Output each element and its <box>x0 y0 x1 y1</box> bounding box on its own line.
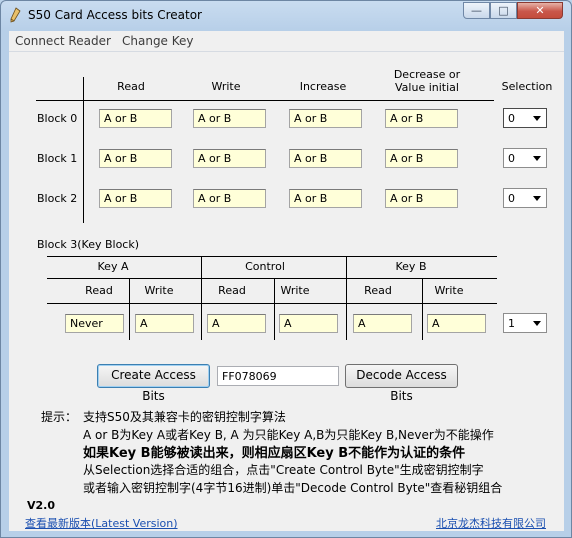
menu-bar: Connect Reader Change Key <box>9 31 564 52</box>
chevron-down-icon <box>533 196 541 201</box>
grid-line <box>201 257 202 340</box>
keya-read-field[interactable]: Never <box>65 314 124 333</box>
block-2-read-field[interactable]: A or B <box>99 189 172 208</box>
app-window: S50 Card Access bits Creator — □ ✕ Conne… <box>0 0 572 538</box>
grid-line <box>129 279 130 340</box>
block-1-write-field[interactable]: A or B <box>193 149 266 168</box>
tip-line: 从Selection选择合适的组合，点击"Create Control Byte… <box>83 463 484 477</box>
grid-line <box>36 100 494 101</box>
block-2-decrease-field[interactable]: A or B <box>385 189 458 208</box>
company-link[interactable]: 北京龙杰科技有限公司 <box>436 515 546 531</box>
latest-version-link[interactable]: 查看最新版本(Latest Version) <box>25 515 178 531</box>
block-0-selection[interactable]: 0 <box>503 108 547 128</box>
block-1-decrease-field[interactable]: A or B <box>385 149 458 168</box>
tip-line: 或者输入密钥控制字(4字节16进制)单击"Decode Control Byte… <box>83 481 503 495</box>
block-2-label: Block 2 <box>37 192 78 205</box>
grid-line <box>83 77 84 223</box>
header-selection: Selection <box>501 80 553 93</box>
grid-line <box>47 256 497 257</box>
window-title: S50 Card Access bits Creator <box>28 8 202 22</box>
tip-line: A or B为Key A或者Key B, A 为只能Key A,B为只能Key … <box>83 428 494 442</box>
header-read: Read <box>117 80 145 93</box>
sub-write: Write <box>144 284 174 297</box>
sub-write: Write <box>280 284 310 297</box>
grid-line <box>47 278 497 279</box>
tip-heading: 提示： <box>41 410 78 424</box>
block-2-selection-value: 0 <box>508 192 515 205</box>
sub-write: Write <box>434 284 464 297</box>
tip-warning-line: 如果Key B能够被读出来，则相应扇区Key B不能作为认证的条件 <box>83 446 466 461</box>
sub-read: Read <box>85 284 113 297</box>
group-key-a: Key A <box>97 260 129 273</box>
block-2-selection[interactable]: 0 <box>503 188 547 208</box>
block-0-write-field[interactable]: A or B <box>193 109 266 128</box>
grid-line <box>346 257 347 340</box>
block-0-increase-field[interactable]: A or B <box>289 109 362 128</box>
decode-access-bits-button[interactable]: Decode Access Bits <box>345 364 458 403</box>
title-bar: S50 Card Access bits Creator — □ ✕ <box>1 1 571 29</box>
block-1-selection-value: 0 <box>508 152 515 165</box>
block-1-read-field[interactable]: A or B <box>99 149 172 168</box>
menu-change-key[interactable]: Change Key <box>122 34 194 48</box>
minimize-button[interactable]: — <box>463 2 490 19</box>
chevron-down-icon <box>533 156 541 161</box>
keya-write-field[interactable]: A <box>135 314 194 333</box>
block-1-increase-field[interactable]: A or B <box>289 149 362 168</box>
minimize-icon: — <box>471 4 482 17</box>
block-1-selection[interactable]: 0 <box>503 148 547 168</box>
block-2-increase-field[interactable]: A or B <box>289 189 362 208</box>
block-3-selection-value: 1 <box>508 317 515 330</box>
maximize-icon: □ <box>498 4 509 17</box>
close-icon: ✕ <box>535 4 545 17</box>
sub-read: Read <box>218 284 246 297</box>
block-1-label: Block 1 <box>37 152 78 165</box>
keyb-write-field[interactable]: A <box>427 314 486 333</box>
keyb-read-field[interactable]: A <box>353 314 412 333</box>
block-0-label: Block 0 <box>37 112 78 125</box>
header-decrease: Decrease or Value initial <box>393 68 461 94</box>
header-write: Write <box>211 80 241 93</box>
sub-read: Read <box>364 284 392 297</box>
control-write-field[interactable]: A <box>279 314 338 333</box>
block-0-read-field[interactable]: A or B <box>99 109 172 128</box>
grid-line <box>47 303 497 304</box>
control-read-field[interactable]: A <box>207 314 266 333</box>
menu-connect-reader[interactable]: Connect Reader <box>15 34 111 48</box>
block-3-selection[interactable]: 1 <box>503 313 547 333</box>
tip-line: 支持S50及其兼容卡的密钥控制字算法 <box>83 410 286 424</box>
maximize-button[interactable]: □ <box>490 2 517 19</box>
block-3-label: Block 3(Key Block) <box>37 238 140 251</box>
group-control: Control <box>245 260 285 273</box>
close-button[interactable]: ✕ <box>517 2 563 19</box>
client-area: Connect Reader Change Key Read Write Inc… <box>9 31 564 531</box>
pen-app-icon <box>10 7 21 23</box>
create-access-bits-button[interactable]: Create Access Bits <box>97 364 210 403</box>
block-0-decrease-field[interactable]: A or B <box>385 109 458 128</box>
block-0-selection-value: 0 <box>508 112 515 125</box>
group-key-b: Key B <box>395 260 427 273</box>
header-increase: Increase <box>299 80 347 93</box>
block-2-write-field[interactable]: A or B <box>193 189 266 208</box>
chevron-down-icon <box>533 116 541 121</box>
chevron-down-icon <box>533 321 541 326</box>
version-label: V2.0 <box>27 499 55 512</box>
access-bits-input[interactable]: FF078069 <box>217 366 339 386</box>
